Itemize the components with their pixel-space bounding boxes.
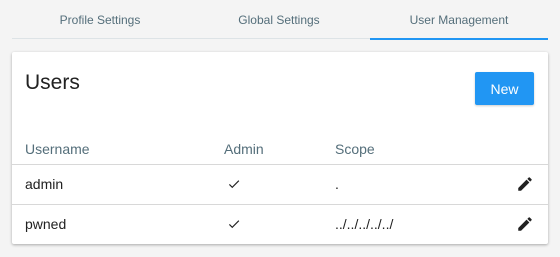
username-cell: pwned [25,216,67,232]
users-title: Users [25,71,80,94]
table-header-row: Username Admin Scope [12,136,548,165]
column-header-admin: Admin [224,141,264,157]
column-header-username: Username [25,141,90,157]
new-user-button[interactable]: New [475,72,534,105]
table-row: pwned ../../../../../ [12,205,548,245]
scope-cell: . [335,176,339,192]
pencil-edit-icon[interactable] [516,175,534,193]
table-row: admin . [12,165,548,205]
page: Profile Settings Global Settings User Ma… [0,0,560,257]
check-icon [228,220,240,229]
users-table: Username Admin Scope admin . pwned ../..… [12,136,548,245]
check-icon [228,180,240,189]
settings-tabs: Profile Settings Global Settings User Ma… [0,0,560,40]
tab-user-management[interactable]: User Management [370,0,548,38]
pencil-edit-icon[interactable] [516,215,534,233]
tab-profile-settings[interactable]: Profile Settings [12,0,188,38]
active-tab-indicator [370,38,548,40]
users-card: Users New Username Admin Scope admin . p… [12,52,548,244]
tab-global-settings[interactable]: Global Settings [191,0,367,38]
column-header-scope: Scope [335,141,375,157]
username-cell: admin [25,176,64,192]
scope-cell: ../../../../../ [335,216,394,232]
